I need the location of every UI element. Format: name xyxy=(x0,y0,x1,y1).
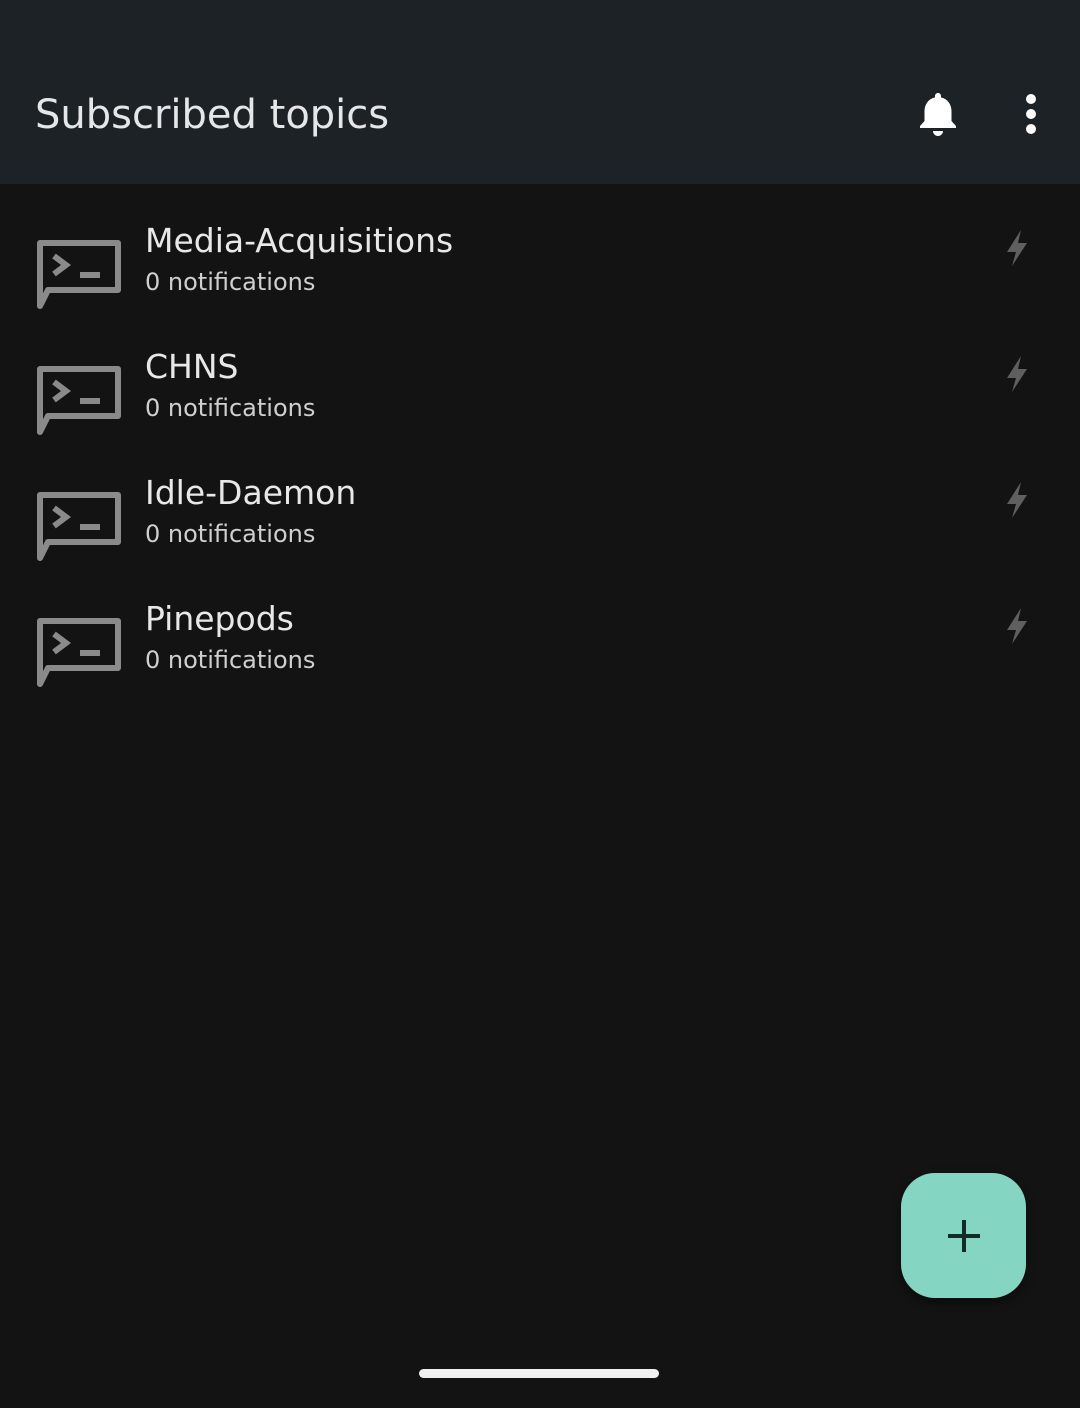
bolt-icon xyxy=(1007,356,1027,392)
add-topic-button[interactable] xyxy=(901,1173,1026,1298)
notifications-button[interactable] xyxy=(900,76,976,152)
bell-icon xyxy=(920,93,956,136)
bolt-icon xyxy=(1007,482,1027,518)
topic-row-media-acquisitions[interactable]: Media-Acquisitions 0 notifications xyxy=(0,184,1080,310)
topic-name: Media-Acquisitions xyxy=(145,221,454,260)
overflow-menu-button[interactable] xyxy=(993,76,1069,152)
home-indicator[interactable] xyxy=(419,1369,659,1378)
terminal-icon xyxy=(37,492,121,561)
more-vert-icon xyxy=(1026,94,1036,134)
page-title: Subscribed topics xyxy=(35,92,390,138)
topic-row-pinepods[interactable]: Pinepods 0 notifications xyxy=(0,562,1080,688)
topic-notification-count: 0 notifications xyxy=(145,394,316,422)
topic-list: Media-Acquisitions 0 notifications CHNS … xyxy=(0,184,1080,688)
app-bar: Subscribed topics xyxy=(0,0,1080,184)
topic-row-chns[interactable]: CHNS 0 notifications xyxy=(0,310,1080,436)
topic-notification-count: 0 notifications xyxy=(145,646,316,674)
bolt-icon xyxy=(1007,230,1027,266)
bolt-icon xyxy=(1007,608,1027,644)
topic-name: Pinepods xyxy=(145,599,294,638)
topic-name: Idle-Daemon xyxy=(145,473,357,512)
topic-row-idle-daemon[interactable]: Idle-Daemon 0 notifications xyxy=(0,436,1080,562)
terminal-icon xyxy=(37,618,121,687)
topic-notification-count: 0 notifications xyxy=(145,268,316,296)
terminal-icon xyxy=(37,240,121,309)
topic-name: CHNS xyxy=(145,347,239,386)
terminal-icon xyxy=(37,366,121,435)
topic-notification-count: 0 notifications xyxy=(145,520,316,548)
plus-icon xyxy=(947,1219,980,1252)
